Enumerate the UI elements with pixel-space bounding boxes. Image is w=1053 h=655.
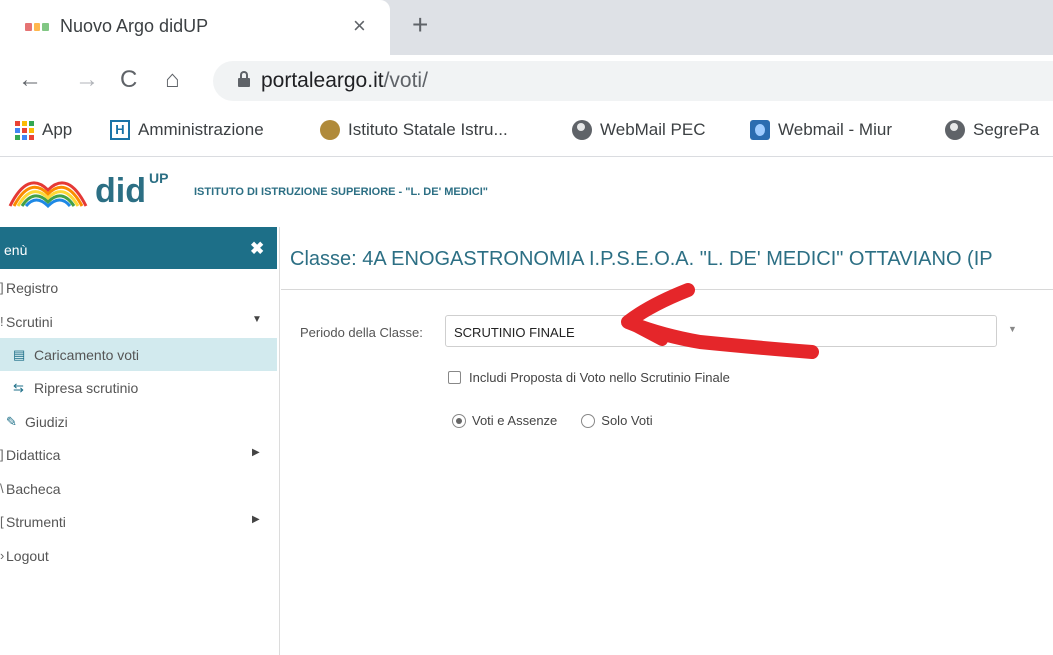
radio-label-solo-voti[interactable]: Solo Voti — [601, 413, 652, 428]
chevron-down-icon: ▼ — [252, 314, 262, 325]
periodo-label: Periodo della Classe: — [300, 325, 423, 340]
chevron-down-icon[interactable]: ▼ — [1008, 324, 1017, 334]
bookmark-label: Istituto Statale Istru... — [348, 120, 508, 139]
bookmark-label: Amministrazione — [138, 120, 264, 139]
sidebar-item-registro[interactable]: ] Registro — [0, 271, 277, 304]
bookmark-amministrazione[interactable]: H Amministrazione — [110, 120, 264, 140]
sidebar-item-label: Caricamento voti — [34, 347, 140, 363]
apps-grid-icon — [14, 120, 34, 140]
miur-icon — [750, 120, 770, 140]
sidebar-menu: enù ✖ ] Registro ! Scrutini ▼ ▤ Caricame… — [0, 227, 280, 655]
radio-solo-voti[interactable] — [581, 413, 596, 428]
mode-radio-group: Voti e Assenze Solo Voti — [452, 413, 653, 428]
includi-proposta-checkbox[interactable] — [448, 371, 461, 384]
browser-toolbar: ← → C ⌂ portaleargo.it/voti/ — [0, 55, 1053, 107]
strumenti-icon: [ — [0, 514, 4, 529]
list-icon: ▤ — [13, 347, 26, 362]
sidebar-item-label: Registro — [6, 280, 59, 296]
browser-tab[interactable]: Nuovo Argo didUP × — [0, 0, 390, 55]
back-icon[interactable]: ← — [18, 66, 42, 94]
sidebar-item-label: Bacheca — [6, 481, 61, 497]
bookmark-segrepa[interactable]: SegrePa — [945, 120, 1039, 140]
bookmark-label: WebMail PEC — [600, 120, 706, 139]
address-bar[interactable]: portaleargo.it/voti/ — [213, 61, 1053, 101]
bookmark-apps[interactable]: App — [14, 120, 72, 140]
scrutini-icon: ! — [0, 314, 4, 329]
close-icon[interactable]: ✖ — [250, 239, 264, 259]
periodo-select[interactable]: SCRUTINIO FINALE — [445, 315, 997, 347]
globe-icon — [572, 120, 592, 140]
periodo-value: SCRUTINIO FINALE — [454, 325, 575, 340]
logo-text: did — [95, 172, 146, 210]
new-tab-button[interactable]: + — [412, 9, 428, 41]
argo-favicon-icon — [25, 23, 50, 31]
didup-logo-icon — [8, 181, 88, 208]
sidebar-item-strumenti[interactable]: [ Strumenti ▶ — [0, 505, 277, 538]
url-path: /voti/ — [383, 69, 428, 92]
divider — [281, 289, 1053, 290]
school-name: ISTITUTO DI ISTRUZIONE SUPERIORE - "L. D… — [194, 186, 488, 198]
bookmark-webmail-miur[interactable]: Webmail - Miur — [750, 120, 892, 140]
sidebar-item-logout[interactable]: › Logout — [0, 539, 277, 572]
sidebar-item-label: Didattica — [6, 447, 61, 463]
sidebar-item-label: Ripresa scrutinio — [34, 380, 139, 396]
checkbox-label: Includi Proposta di Voto nello Scrutinio… — [469, 370, 730, 385]
forward-icon[interactable]: → — [75, 66, 99, 94]
bookmark-webmail-pec[interactable]: WebMail PEC — [572, 120, 706, 140]
logo-superscript: UP — [149, 170, 169, 186]
page-title: Classe: 4A ENOGASTRONOMIA I.P.S.E.O.A. "… — [290, 248, 993, 270]
sidebar-item-scrutini[interactable]: ! Scrutini ▼ — [0, 305, 277, 338]
home-icon[interactable]: ⌂ — [165, 66, 180, 94]
seal-icon — [320, 120, 340, 140]
didattica-icon: ] — [0, 447, 4, 462]
edit-icon: ✎ — [6, 414, 17, 429]
chevron-right-icon: ▶ — [252, 447, 260, 458]
sidebar-item-didattica[interactable]: ] Didattica ▶ — [0, 438, 277, 471]
sidebar-item-label: Logout — [6, 548, 49, 564]
includi-proposta-option[interactable]: Includi Proposta di Voto nello Scrutinio… — [448, 370, 730, 385]
sidebar-item-label: Strumenti — [6, 514, 66, 530]
url-text: portaleargo.it/voti/ — [261, 69, 428, 93]
lock-icon — [238, 71, 250, 87]
globe-icon — [945, 120, 965, 140]
sidebar-item-caricamento-voti[interactable]: ▤ Caricamento voti — [0, 338, 277, 371]
reload-icon[interactable]: C — [120, 66, 137, 94]
sidebar-item-label: Giudizi — [25, 414, 68, 430]
radio-label-voti-e-assenze[interactable]: Voti e Assenze — [472, 413, 557, 428]
chevron-right-icon: ▶ — [252, 514, 260, 525]
tab-close-icon[interactable]: × — [353, 13, 366, 39]
bookmark-istituto[interactable]: Istituto Statale Istru... — [320, 120, 508, 140]
bookmarks-bar: App H Amministrazione Istituto Statale I… — [0, 107, 1053, 157]
logout-icon: › — [0, 548, 5, 563]
sidebar-item-giudizi[interactable]: ✎ Giudizi — [0, 405, 277, 438]
sidebar-title: enù — [4, 242, 28, 258]
bacheca-icon: \ — [0, 481, 4, 496]
sidebar-item-ripresa-scrutinio[interactable]: ⇆ Ripresa scrutinio — [0, 371, 277, 404]
browser-tab-bar: Nuovo Argo didUP × + — [0, 0, 1053, 55]
sidebar-item-bacheca[interactable]: \ Bacheca — [0, 472, 277, 505]
bookmark-label: Webmail - Miur — [778, 120, 892, 139]
app-header: did UP ISTITUTO DI ISTRUZIONE SUPERIORE … — [0, 158, 1053, 226]
sidebar-item-label: Scrutini — [6, 314, 53, 330]
sidebar-header: enù ✖ — [0, 227, 277, 269]
registro-icon: ] — [0, 280, 4, 295]
tab-title: Nuovo Argo didUP — [60, 16, 209, 36]
h-letter-icon: H — [110, 120, 130, 140]
url-host: portaleargo.it — [261, 69, 384, 92]
radio-voti-e-assenze[interactable] — [452, 413, 466, 428]
retweet-icon: ⇆ — [13, 380, 24, 395]
bookmark-label: App — [42, 120, 73, 139]
bookmark-label: SegrePa — [973, 120, 1040, 139]
